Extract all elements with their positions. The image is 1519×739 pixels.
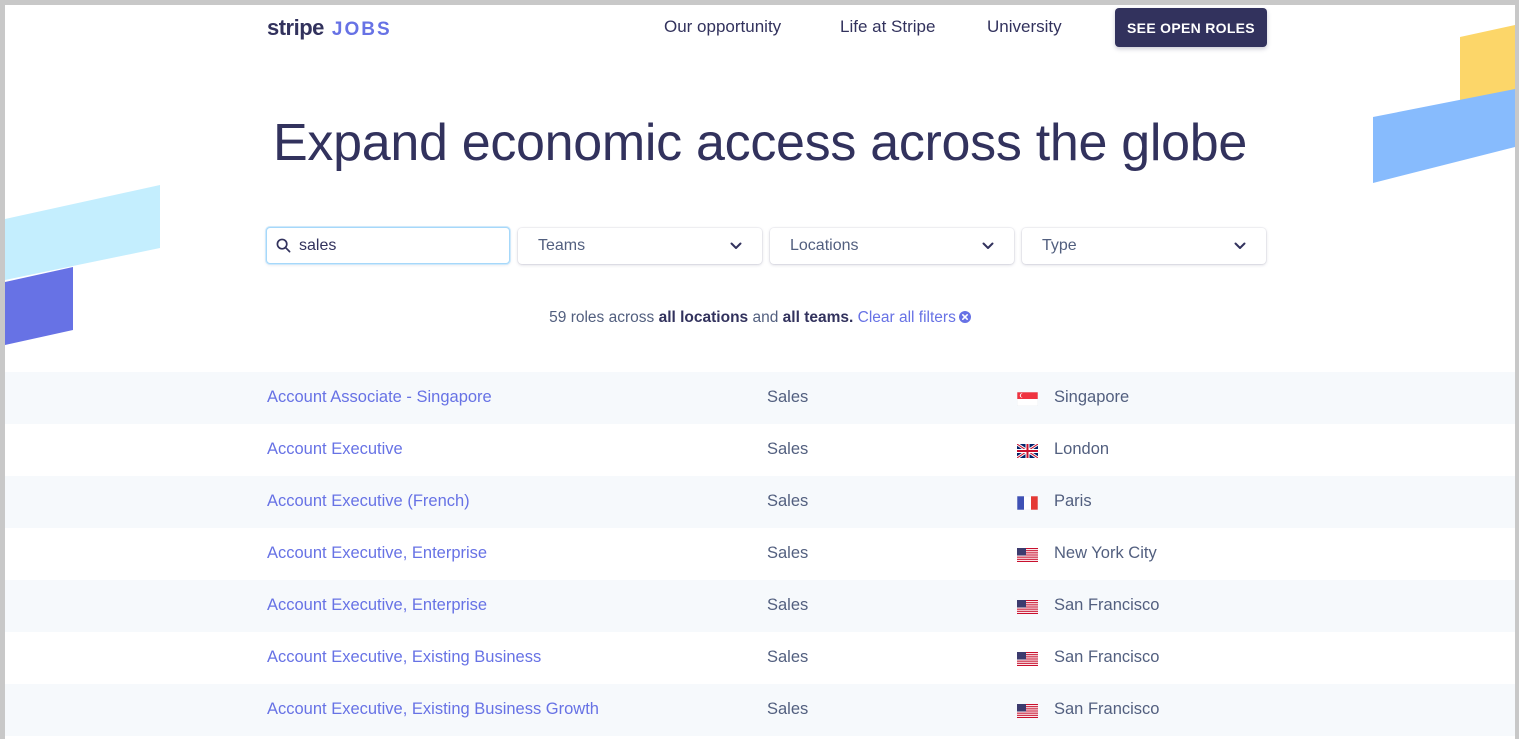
role-location: Paris (1054, 492, 1092, 510)
role-team: Sales (767, 388, 809, 406)
chevron-down-icon (1234, 240, 1246, 252)
locations-dropdown[interactable]: Locations (770, 228, 1014, 264)
see-open-roles-button[interactable]: SEE OPEN ROLES (1115, 8, 1267, 47)
roles-list: Account Associate - Singapore Sales Sing… (5, 372, 1515, 736)
summary-locations: all locations (658, 309, 749, 326)
role-team: Sales (767, 544, 809, 562)
table-row: Account Executive, Existing Business Gro… (5, 684, 1515, 736)
clear-all-filters-link[interactable]: Clear all filters (858, 309, 971, 326)
role-location: London (1054, 440, 1110, 458)
role-title-link[interactable]: Account Executive (French) (267, 492, 470, 511)
us-flag-icon (1017, 548, 1038, 562)
logo-jobs-text: JOBS (331, 19, 392, 40)
clear-all-filters-label: Clear all filters (857, 309, 956, 326)
us-flag-icon (1017, 652, 1038, 666)
locations-dropdown-label: Locations (790, 237, 859, 254)
role-team: Sales (767, 492, 809, 510)
summary-teams: all teams. (782, 309, 854, 326)
table-row: Account Executive (French) Sales Paris (5, 476, 1515, 528)
role-title-link[interactable]: Account Associate - Singapore (267, 388, 492, 407)
search-icon (276, 238, 292, 254)
role-title-link[interactable]: Account Executive (267, 440, 403, 459)
table-row: Account Executive Sales London (5, 424, 1515, 476)
teams-dropdown[interactable]: Teams (518, 228, 762, 264)
search-input[interactable] (299, 236, 499, 255)
uk-flag-icon (1016, 442, 1039, 460)
summary-and: and (752, 309, 779, 326)
teams-dropdown-label: Teams (538, 237, 586, 254)
logo-stripe-text: stripe (267, 15, 324, 40)
table-row: Account Executive, Enterprise Sales New … (5, 528, 1515, 580)
role-location: Singapore (1054, 388, 1130, 406)
role-team: Sales (767, 700, 809, 718)
chevron-down-icon (730, 240, 742, 252)
role-location: San Francisco (1054, 596, 1160, 614)
chevron-down-icon (982, 240, 994, 252)
results-count: 59 roles across (549, 309, 655, 326)
singapore-flag-icon (1016, 391, 1039, 407)
close-circle-icon (958, 310, 971, 323)
role-location: San Francisco (1054, 648, 1160, 666)
table-row: Account Executive, Existing Business Sal… (5, 632, 1515, 684)
table-row: Account Associate - Singapore Sales Sing… (5, 372, 1515, 424)
decorative-stripe-light-blue (5, 185, 160, 280)
table-row: Account Executive, Enterprise Sales San … (5, 580, 1515, 632)
role-team: Sales (767, 596, 809, 614)
nav-life-at-stripe[interactable]: Life at Stripe (840, 17, 935, 37)
role-location: San Francisco (1054, 700, 1160, 718)
search-box[interactable] (266, 227, 510, 264)
role-title-link[interactable]: Account Executive, Existing Business (267, 648, 541, 667)
page-title: Expand economic access across the globe (273, 114, 1247, 172)
page-frame: stripe JOBS Our opportunity Life at Stri… (5, 5, 1515, 739)
type-dropdown[interactable]: Type (1022, 228, 1266, 264)
results-summary: 59 roles across all locations and all te… (5, 309, 1515, 327)
us-flag-icon (1017, 600, 1038, 614)
france-flag-icon (1016, 495, 1039, 511)
us-flag-icon (1017, 704, 1038, 718)
nav-our-opportunity[interactable]: Our opportunity (664, 17, 781, 37)
role-title-link[interactable]: Account Executive, Enterprise (267, 544, 487, 563)
nav-university[interactable]: University (987, 17, 1062, 37)
role-title-link[interactable]: Account Executive, Enterprise (267, 596, 487, 615)
role-team: Sales (767, 648, 809, 666)
decorative-stripe-purple (5, 267, 73, 345)
role-team: Sales (767, 440, 809, 458)
role-title-link[interactable]: Account Executive, Existing Business Gro… (267, 700, 599, 719)
stripe-jobs-logo[interactable]: stripe JOBS (267, 15, 392, 41)
type-dropdown-label: Type (1042, 237, 1077, 254)
role-location: New York City (1054, 544, 1157, 562)
